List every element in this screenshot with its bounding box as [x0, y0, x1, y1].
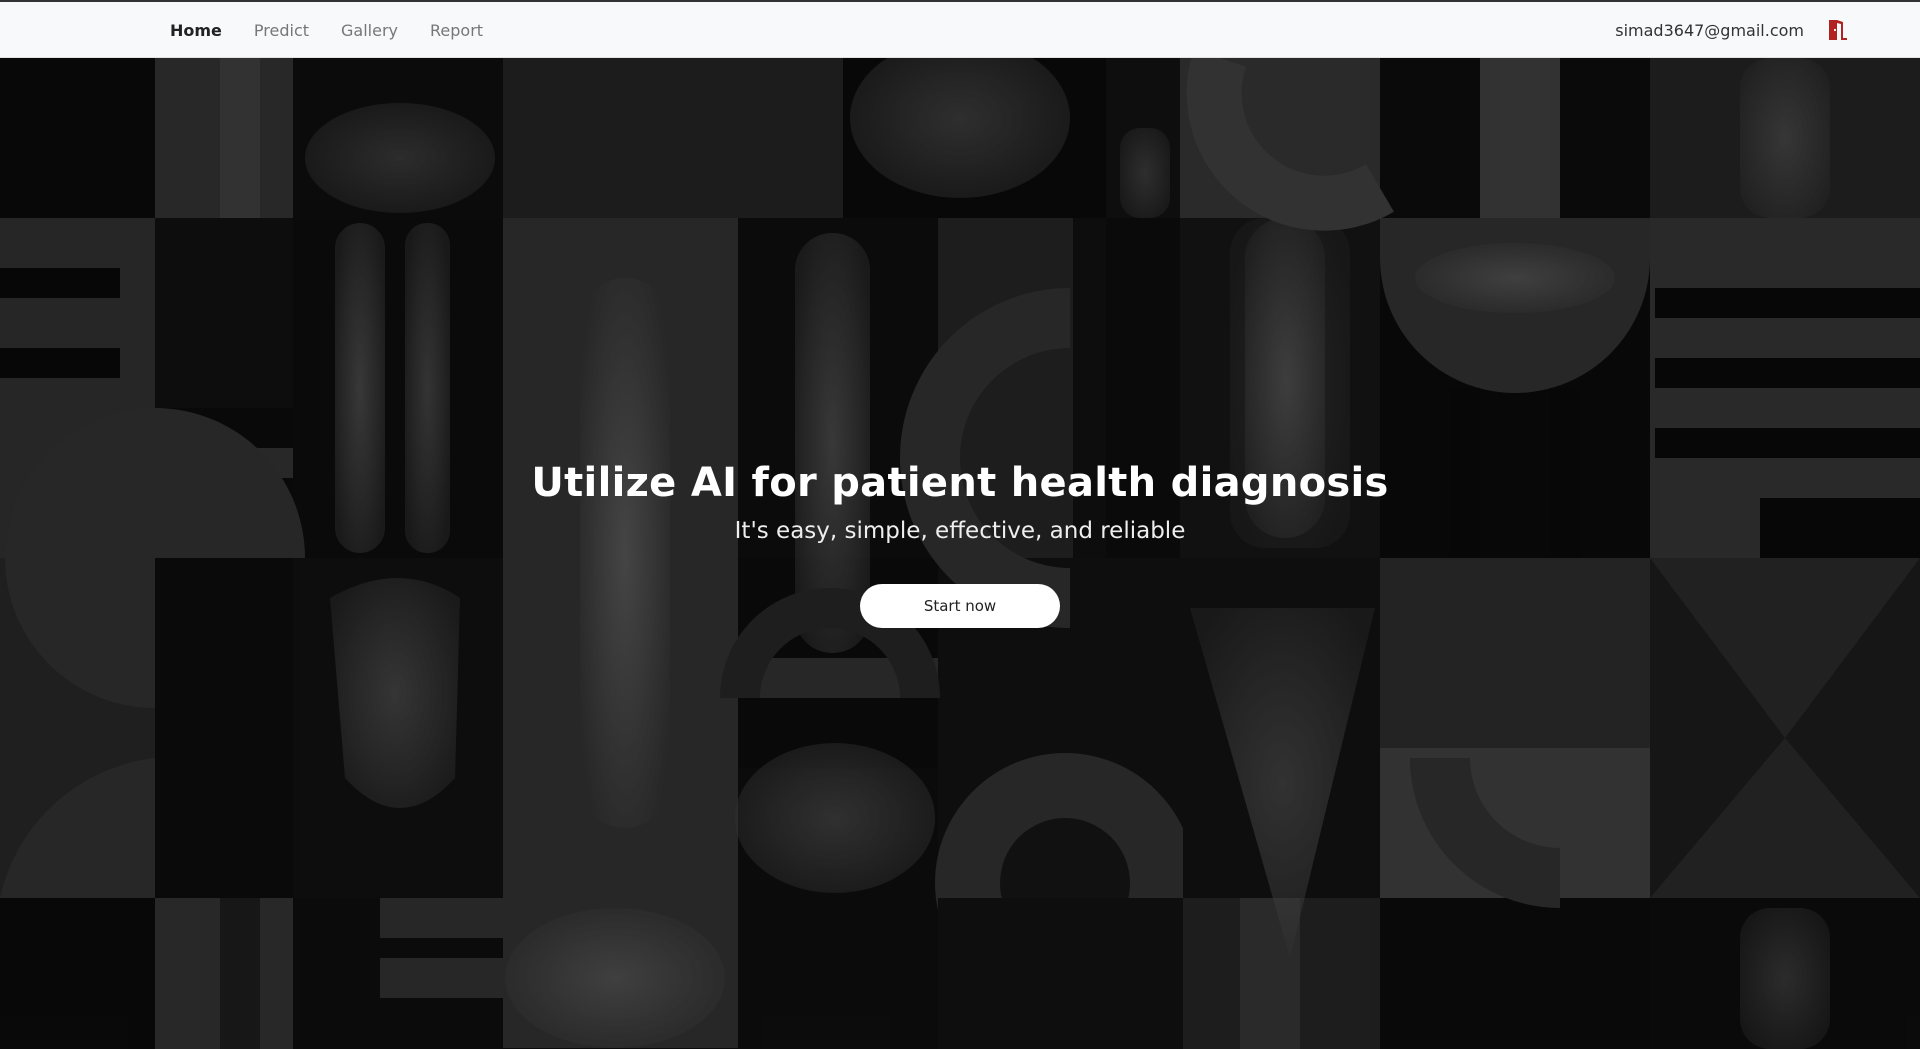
- nav-link-report[interactable]: Report: [430, 21, 483, 40]
- hero-content: Utilize AI for patient health diagnosis …: [0, 58, 1920, 1049]
- navbar: Home Predict Gallery Report simad3647@gm…: [0, 0, 1920, 58]
- user-email: simad3647@gmail.com: [1615, 20, 1804, 40]
- hero-section: Utilize AI for patient health diagnosis …: [0, 58, 1920, 1049]
- nav-link-gallery[interactable]: Gallery: [341, 21, 398, 40]
- hero-subtitle: It's easy, simple, effective, and reliab…: [734, 518, 1186, 544]
- hero-title: Utilize AI for patient health diagnosis: [531, 460, 1389, 506]
- logout-icon[interactable]: [1826, 18, 1850, 42]
- nav-user-area: simad3647@gmail.com: [1615, 2, 1850, 58]
- nav-link-home[interactable]: Home: [170, 21, 222, 40]
- start-now-button[interactable]: Start now: [860, 584, 1060, 628]
- nav-link-predict[interactable]: Predict: [254, 21, 309, 40]
- nav-links: Home Predict Gallery Report: [170, 2, 483, 58]
